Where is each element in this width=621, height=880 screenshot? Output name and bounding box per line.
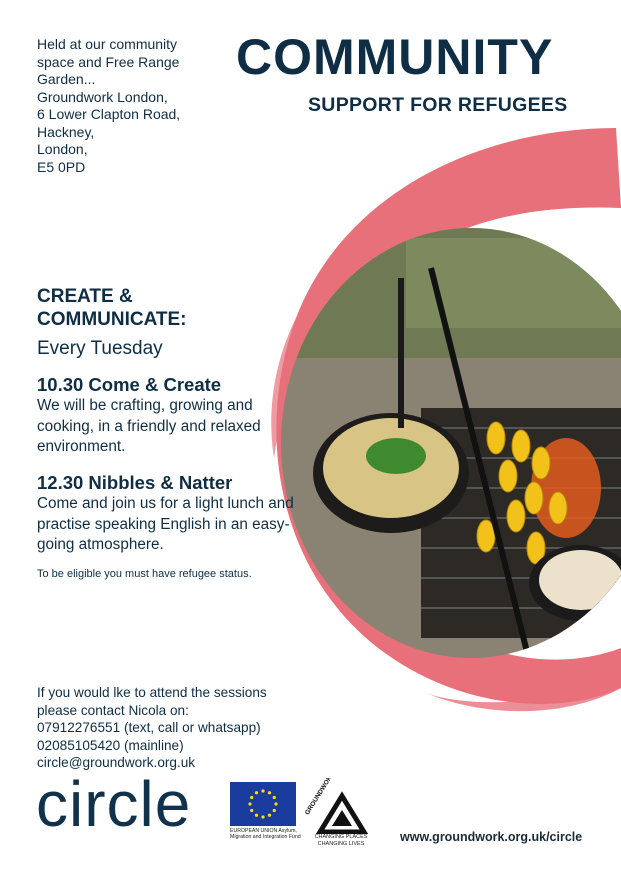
program-heading: CREATE & COMMUNICATE:: [37, 285, 187, 331]
venue-address: Held at our community space and Free Ran…: [37, 36, 207, 176]
groundwork-wordmark: GROUNDWORK: [304, 778, 336, 816]
contact-info: If you would lke to attend the sessions …: [37, 684, 267, 772]
venue-line: Groundwork London,: [37, 88, 168, 105]
eu-star-icon: [248, 802, 252, 806]
eu-star-icon: [267, 791, 272, 795]
eu-star-icon: [261, 815, 265, 819]
venue-line: Held at our community: [37, 36, 178, 52]
program-schedule: Every Tuesday: [37, 338, 163, 359]
venue-line: 6 Lower Clapton Road,: [37, 106, 181, 122]
eligibility-note: To be eligible you must have refugee sta…: [37, 568, 252, 580]
eu-star-icon: [272, 808, 276, 813]
eu-star-icon: [272, 795, 276, 800]
session-title: 12.30 Nibbles & Natter: [37, 472, 233, 493]
session-nibbles-natter: 12.30 Nibbles & Natter Come and join us …: [37, 472, 299, 556]
venue-line: E5 0PD: [37, 158, 86, 175]
session-come-create: 10.30 Come & Create We will be crafting,…: [37, 374, 299, 458]
session-description: Come and join us for a light lunch and p…: [37, 495, 294, 553]
contact-line: If you would lke to attend the sessions: [37, 685, 267, 700]
eu-fund-label: EUROPEAN UNION Asylum, Migration and Int…: [230, 828, 301, 840]
eu-star-icon: [274, 802, 278, 806]
eu-flag-icon: [230, 782, 296, 826]
eu-star-icon: [267, 813, 272, 817]
venue-line: space and Free Range: [37, 53, 180, 70]
eu-star-icon: [254, 791, 259, 795]
page-title: COMMUNITY: [236, 29, 554, 85]
eu-star-icon: [254, 813, 259, 817]
venue-line: Garden...: [37, 71, 96, 87]
website-link[interactable]: www.groundwork.org.uk/circle: [400, 830, 582, 844]
venue-line: London,: [37, 141, 88, 157]
session-description: We will be crafting, growing and cooking…: [37, 397, 261, 455]
contact-line: please contact Nicola on:: [37, 702, 189, 718]
groundwork-tagline: CHANGING PLACES CHANGING LIVES: [314, 834, 368, 847]
eu-star-icon: [261, 789, 265, 793]
contact-phone-mainline[interactable]: 02085105420 (mainline): [37, 737, 267, 755]
circle-logo: circle: [36, 768, 192, 840]
program-heading-line: COMMUNICATE:: [37, 309, 187, 330]
contact-phone-mobile[interactable]: 07912276551 (text, call or whatsapp): [37, 719, 267, 737]
program-heading-line: CREATE &: [37, 286, 133, 307]
eu-star-icon: [250, 795, 254, 800]
page-subtitle: SUPPORT FOR REFUGEES: [308, 94, 568, 116]
svg-text:GROUNDWORK: GROUNDWORK: [304, 778, 336, 816]
venue-line: Hackney,: [37, 123, 95, 140]
eu-star-icon: [250, 808, 254, 813]
session-title: 10.30 Come & Create: [37, 374, 222, 395]
